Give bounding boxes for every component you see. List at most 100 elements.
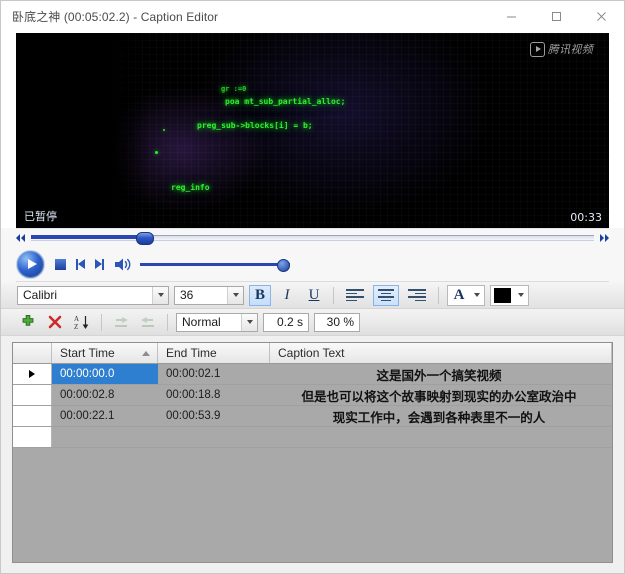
cell-start-time[interactable]: 00:00:00.0 (52, 364, 158, 384)
italic-button[interactable]: I (276, 285, 298, 306)
table-row[interactable]: 00:00:22.1 00:00:53.9 现实工作中，会遇到各种表里不一的人 (13, 406, 612, 427)
row-selector-header (13, 343, 52, 363)
table-row[interactable]: 00:00:02.8 00:00:18.8 但是也可以将这个故事映射到现实的办公… (13, 385, 612, 406)
cell-start-time[interactable]: 00:00:02.8 (52, 385, 158, 405)
row-selector-cell[interactable] (13, 385, 52, 405)
tencent-video-watermark: 腾讯视频 (529, 41, 593, 57)
chevron-down-icon[interactable] (152, 286, 168, 304)
caption-style-select[interactable]: Normal (176, 312, 258, 332)
column-header-start-time[interactable]: Start Time (52, 343, 158, 363)
cell-end-time[interactable]: 00:00:18.8 (158, 385, 270, 405)
toolbar-separator (101, 313, 102, 331)
window-controls (489, 1, 624, 32)
volume-control[interactable] (114, 257, 290, 272)
row-selector-cell[interactable] (13, 406, 52, 426)
window-title: 卧底之神 (00:05:02.2) - Caption Editor (12, 10, 219, 24)
toolbar-separator (333, 286, 334, 304)
font-color-picker[interactable]: A (447, 284, 485, 306)
grid-header-row: Start Time End Time Caption Text (13, 343, 612, 364)
video-surface[interactable]: gr :=0 poa mt_sub_partial_alloc; preg_su… (16, 33, 609, 228)
chevron-down-icon[interactable] (470, 286, 484, 305)
grid-empty-area (13, 448, 612, 562)
sort-ascending-icon (142, 350, 150, 356)
column-header-caption-text[interactable]: Caption Text (270, 343, 612, 363)
seek-slider[interactable] (31, 232, 594, 245)
toolbar-separator (167, 313, 168, 331)
caption-grid: Start Time End Time Caption Text 00:00:0… (12, 342, 613, 563)
video-dark-gradient (16, 33, 151, 228)
overlap-percent-input[interactable]: 30 % (314, 312, 360, 332)
shift-earlier-button (110, 312, 132, 333)
format-toolbar: Calibri 36 B I U A (1, 282, 624, 309)
svg-text:Z: Z (74, 323, 78, 330)
seek-thumb[interactable] (135, 232, 154, 245)
align-left-button[interactable] (342, 285, 368, 306)
cell-end-time[interactable]: 00:00:02.1 (158, 364, 270, 384)
svg-text:A: A (74, 315, 79, 323)
seek-row (16, 228, 609, 247)
align-center-button[interactable] (373, 284, 399, 306)
video-panel: gr :=0 poa mt_sub_partial_alloc; preg_su… (1, 33, 624, 228)
background-color-picker[interactable] (490, 284, 529, 306)
close-icon[interactable] (579, 1, 624, 32)
cell-caption-text[interactable]: 现实工作中，会遇到各种表里不一的人 (270, 406, 612, 426)
gap-duration-input[interactable]: 0.2 s (263, 312, 309, 332)
volume-thumb[interactable] (277, 258, 290, 272)
color-swatch (494, 287, 511, 303)
volume-slider[interactable] (140, 258, 290, 272)
cell-end-time[interactable] (158, 427, 270, 447)
toolbar-separator (438, 286, 439, 304)
fast-forward-icon[interactable] (600, 234, 609, 242)
cell-end-time[interactable]: 00:00:53.9 (158, 406, 270, 426)
playback-time-label: 00:33 (570, 211, 602, 224)
grid-body: 00:00:00.0 00:00:02.1 这是国外一个搞笑视频 00:00:0… (13, 364, 612, 562)
bold-button[interactable]: B (249, 284, 271, 306)
cell-caption-text[interactable]: 这是国外一个搞笑视频 (270, 364, 612, 384)
caption-toolbar: A Z Normal 0.2 s 30 % (1, 309, 624, 336)
new-row-placeholder[interactable] (13, 427, 612, 448)
minimize-icon[interactable] (489, 1, 534, 32)
cell-start-time[interactable]: 00:00:22.1 (52, 406, 158, 426)
next-button[interactable] (95, 258, 104, 270)
font-size-select[interactable]: 36 (174, 285, 244, 305)
chevron-down-icon[interactable] (241, 313, 257, 331)
transport-controls (1, 228, 624, 282)
font-family-value: Calibri (23, 287, 58, 302)
volume-icon[interactable] (114, 257, 132, 272)
stop-button[interactable] (55, 258, 66, 270)
previous-button[interactable] (76, 258, 85, 270)
playback-buttons-row (16, 247, 609, 282)
underline-button[interactable]: U (303, 285, 325, 306)
play-badge-icon (529, 41, 545, 57)
delete-caption-button[interactable] (44, 312, 66, 333)
video-code-line-1: gr :=0 (221, 85, 247, 93)
rewind-icon[interactable] (16, 234, 25, 242)
cell-caption-text[interactable]: 但是也可以将这个故事映射到现实的办公室政治中 (270, 385, 612, 405)
font-family-select[interactable]: Calibri (17, 285, 169, 305)
video-speck (163, 129, 165, 131)
play-button[interactable] (16, 249, 45, 279)
cell-caption-text[interactable] (270, 427, 612, 447)
align-right-button[interactable] (404, 285, 430, 306)
font-size-value: 36 (180, 287, 194, 302)
video-code-line-2: poa mt_sub_partial_alloc; (225, 97, 346, 106)
column-header-end-time[interactable]: End Time (158, 343, 270, 363)
chevron-down-icon[interactable] (514, 286, 528, 305)
video-code-line-4: reg_info (171, 183, 210, 192)
sort-az-button[interactable]: A Z (71, 312, 93, 333)
title-bar: 卧底之神 (00:05:02.2) - Caption Editor (1, 1, 624, 33)
column-header-caption-text-label: Caption Text (278, 346, 345, 360)
caption-editor-window: 卧底之神 (00:05:02.2) - Caption Editor gr :=… (0, 0, 625, 574)
playback-status-label: 已暂停 (24, 211, 57, 223)
column-header-start-time-label: Start Time (60, 346, 115, 360)
maximize-icon[interactable] (534, 1, 579, 32)
shift-later-button (137, 312, 159, 333)
font-color-letter: A (453, 286, 465, 303)
row-selector-cell[interactable] (13, 364, 52, 384)
row-selector-cell[interactable] (13, 427, 52, 447)
add-caption-button[interactable] (17, 312, 39, 333)
table-row[interactable]: 00:00:00.0 00:00:02.1 这是国外一个搞笑视频 (13, 364, 612, 385)
cell-start-time[interactable] (52, 427, 158, 447)
video-code-line-3: preg_sub->blocks[i] = b; (197, 121, 313, 130)
chevron-down-icon[interactable] (227, 286, 243, 304)
